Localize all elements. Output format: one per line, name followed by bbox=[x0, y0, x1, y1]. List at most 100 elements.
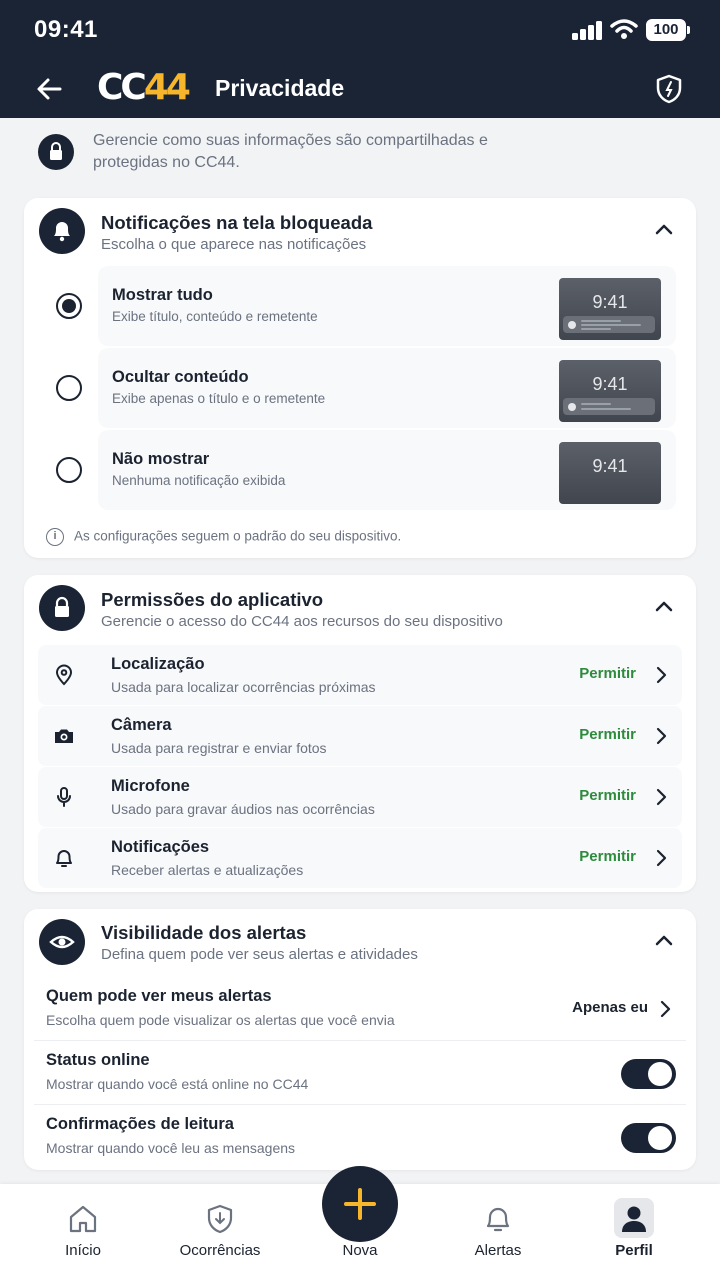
permission-notifications[interactable]: Notificações Receber alertas e atualizaç… bbox=[38, 828, 682, 888]
who-can-see-alerts-row[interactable]: Quem pode ver meus alertas Escolha quem … bbox=[34, 979, 686, 1041]
camera-icon bbox=[55, 729, 73, 743]
shield-icon[interactable] bbox=[652, 72, 686, 106]
permission-title: Localização bbox=[111, 655, 205, 673]
permission-microphone[interactable]: Microfone Usado para gravar áudios nas o… bbox=[38, 767, 682, 827]
online-status-toggle[interactable] bbox=[621, 1059, 676, 1089]
option-subtitle: Nenhuma notificação exibida bbox=[112, 473, 286, 488]
app-header: CC44 Privacidade bbox=[0, 60, 720, 118]
read-receipts-row: Confirmações de leitura Mostrar quando v… bbox=[34, 1107, 686, 1169]
bell-icon bbox=[56, 850, 72, 867]
person-icon bbox=[614, 1198, 654, 1238]
shield-icon bbox=[207, 1204, 233, 1234]
permission-subtitle: Receber alertas e atualizações bbox=[111, 862, 304, 878]
permission-camera[interactable]: Câmera Usada para registrar e enviar fot… bbox=[38, 706, 682, 766]
info-icon: i bbox=[46, 528, 64, 546]
nav-label: Ocorrências bbox=[179, 1242, 261, 1259]
row-title: Quem pode ver meus alertas bbox=[46, 987, 272, 1005]
permit-link[interactable]: Permitir bbox=[579, 787, 636, 804]
nav-label: Início bbox=[65, 1242, 101, 1259]
nav-label: Alertas bbox=[474, 1242, 522, 1259]
selected-audience: Apenas eu bbox=[572, 999, 648, 1016]
app-logo: CC44 bbox=[97, 67, 191, 108]
card-title: Permissões do aplicativo bbox=[101, 589, 324, 610]
card-title: Notificações na tela bloqueada bbox=[101, 212, 373, 233]
chevron-right-icon bbox=[656, 849, 667, 867]
permit-link[interactable]: Permitir bbox=[579, 726, 636, 743]
lockscreen-preview-empty: 9:41 bbox=[559, 442, 661, 504]
permit-link[interactable]: Permitir bbox=[579, 665, 636, 682]
chevron-right-icon bbox=[656, 788, 667, 806]
option-hide-content[interactable]: Ocultar conteúdo Exibe apenas o título e… bbox=[98, 348, 676, 428]
permission-location[interactable]: Localização Usada para localizar ocorrên… bbox=[38, 645, 682, 705]
signal-icon bbox=[572, 20, 604, 40]
microphone-icon bbox=[57, 787, 71, 807]
row-subtitle: Escolha quem pode visualizar os alertas … bbox=[46, 1012, 395, 1028]
radio-show-all[interactable] bbox=[56, 293, 82, 319]
option-show-all[interactable]: Mostrar tudo Exibe título, conteúdo e re… bbox=[98, 266, 676, 346]
chevron-up-icon[interactable] bbox=[652, 218, 676, 242]
option-subtitle: Exibe título, conteúdo e remetente bbox=[112, 309, 318, 324]
eye-icon bbox=[39, 919, 85, 965]
card-title: Visibilidade dos alertas bbox=[101, 922, 307, 943]
lockscreen-notifications-card: Notificações na tela bloqueada Escolha o… bbox=[24, 198, 696, 558]
preview-notification bbox=[563, 398, 655, 415]
permission-subtitle: Usado para gravar áudios nas ocorrências bbox=[111, 801, 375, 817]
permission-title: Notificações bbox=[111, 838, 210, 856]
card-subtitle: Gerencie o acesso do CC44 aos recursos d… bbox=[101, 613, 503, 630]
permission-subtitle: Usada para registrar e enviar fotos bbox=[111, 740, 327, 756]
back-arrow-icon[interactable] bbox=[30, 70, 70, 108]
permission-subtitle: Usada para localizar ocorrências próxima… bbox=[111, 679, 376, 695]
status-time: 09:41 bbox=[34, 16, 98, 43]
divider bbox=[34, 1104, 686, 1105]
chevron-right-icon bbox=[660, 1000, 671, 1018]
row-subtitle: Mostrar quando você está online no CC44 bbox=[46, 1076, 309, 1092]
option-title: Ocultar conteúdo bbox=[112, 368, 249, 386]
nav-profile[interactable]: Perfil bbox=[574, 1196, 694, 1266]
row-title: Status online bbox=[46, 1051, 150, 1069]
alerts-visibility-card: Visibilidade dos alertas Defina quem pod… bbox=[24, 909, 696, 1170]
row-title: Confirmações de leitura bbox=[46, 1115, 234, 1133]
chevron-up-icon[interactable] bbox=[652, 595, 676, 619]
chevron-right-icon bbox=[656, 727, 667, 745]
nav-label: Nova bbox=[342, 1242, 378, 1259]
logo-44: 44 bbox=[143, 67, 191, 108]
nav-label: Perfil bbox=[615, 1242, 653, 1259]
option-subtitle: Exibe apenas o título e o remetente bbox=[112, 391, 326, 406]
radio-dont-show[interactable] bbox=[56, 457, 82, 483]
nav-new[interactable]: Nova bbox=[300, 1196, 420, 1266]
bell-icon bbox=[486, 1207, 510, 1232]
bell-icon bbox=[39, 208, 85, 254]
note-text: As configurações seguem o padrão do seu … bbox=[74, 528, 402, 544]
lock-icon bbox=[39, 585, 85, 631]
radio-hide-content[interactable] bbox=[56, 375, 82, 401]
home-icon bbox=[69, 1205, 97, 1233]
option-title: Mostrar tudo bbox=[112, 286, 213, 304]
permission-title: Microfone bbox=[111, 777, 190, 795]
divider bbox=[34, 1040, 686, 1041]
app-permissions-card: Permissões do aplicativo Gerencie o aces… bbox=[24, 575, 696, 892]
preview-time: 9:41 bbox=[592, 374, 628, 394]
device-default-note: i As configurações seguem o padrão do seu… bbox=[46, 528, 401, 546]
page-title: Privacidade bbox=[215, 75, 345, 101]
logo-cc: CC bbox=[97, 67, 147, 108]
chevron-right-icon bbox=[656, 666, 667, 684]
row-subtitle: Mostrar quando você leu as mensagens bbox=[46, 1140, 296, 1156]
nav-occurrences[interactable]: Ocorrências bbox=[160, 1196, 280, 1266]
read-receipts-toggle[interactable] bbox=[621, 1123, 676, 1153]
lockscreen-preview-full: 9:41 bbox=[559, 278, 661, 340]
battery-indicator: 100 bbox=[646, 19, 686, 41]
location-pin-icon bbox=[55, 664, 73, 686]
preview-notification bbox=[563, 316, 655, 333]
option-dont-show[interactable]: Não mostrar Nenhuma notificação exibida … bbox=[98, 430, 676, 510]
chevron-up-icon[interactable] bbox=[652, 929, 676, 953]
privacy-intro: Gerencie como suas informações são compa… bbox=[38, 128, 678, 178]
permission-title: Câmera bbox=[111, 716, 172, 734]
nav-alerts[interactable]: Alertas bbox=[438, 1196, 558, 1266]
battery-tip bbox=[687, 26, 690, 34]
lock-icon bbox=[38, 134, 74, 170]
nav-home[interactable]: Início bbox=[23, 1196, 143, 1266]
card-subtitle: Defina quem pode ver seus alertas e ativ… bbox=[101, 946, 418, 963]
preview-time: 9:41 bbox=[592, 456, 628, 476]
permit-link[interactable]: Permitir bbox=[579, 848, 636, 865]
card-subtitle: Escolha o que aparece nas notificações bbox=[101, 236, 367, 253]
